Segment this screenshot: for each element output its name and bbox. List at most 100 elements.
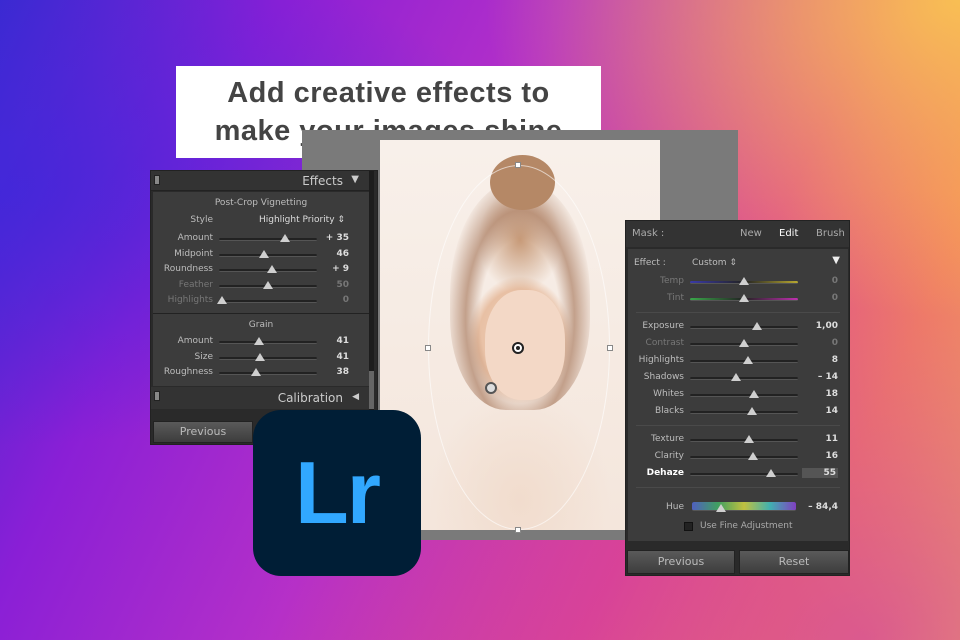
triangle-left-icon[interactable]: ◀ (352, 392, 359, 402)
slider-track[interactable] (690, 322, 798, 330)
slider-row: Tint 0 (628, 292, 848, 306)
mask-pin-selected[interactable] (512, 342, 524, 354)
slider-thumb[interactable] (739, 277, 749, 285)
slider-row: Roughness 38 (153, 366, 369, 380)
slider-row: Amount + 35 (153, 232, 369, 246)
slider-track[interactable] (690, 277, 798, 285)
slider-thumb[interactable] (744, 435, 755, 443)
vignetting-title: Post-Crop Vignetting (214, 198, 308, 208)
mask-panel: Mask : New Edit Brush Effect : Custom ⇕ … (625, 220, 850, 576)
slider-value: 1,00 (815, 321, 838, 331)
slider-track[interactable] (219, 265, 317, 273)
slider-track[interactable] (219, 337, 317, 345)
triangle-down-icon[interactable]: ▼ (351, 174, 359, 185)
divider (636, 425, 840, 426)
slider-thumb[interactable] (731, 373, 742, 381)
slider-row: Midpoint 46 (153, 248, 369, 262)
slider-track[interactable] (690, 407, 798, 415)
slider-label: Feather (178, 279, 213, 290)
effect-dropdown[interactable]: Custom ⇕ (692, 258, 737, 268)
slider-value: + 9 (332, 264, 349, 274)
reset-button[interactable]: Reset (739, 550, 849, 574)
hue-slider[interactable] (692, 502, 796, 512)
slider-thumb[interactable] (263, 280, 273, 289)
scrollbar[interactable] (369, 171, 374, 411)
mask-handle-right[interactable] (607, 345, 613, 351)
slider-value: 41 (336, 336, 349, 346)
slider-row: Shadows – 14 (628, 371, 848, 385)
slider-label: Roundness (163, 264, 213, 274)
slider-thumb[interactable] (739, 294, 749, 302)
slider-track[interactable] (219, 352, 317, 361)
slider-track[interactable] (690, 294, 798, 302)
slider-thumb[interactable] (251, 368, 262, 376)
mask-handle-bottom[interactable] (515, 527, 521, 533)
slider-thumb[interactable] (216, 296, 227, 304)
slider-row: Amount 41 (153, 335, 369, 349)
fine-adjustment-label: Use Fine Adjustment (700, 521, 793, 531)
slider-track[interactable] (690, 435, 798, 443)
slider-value: 46 (336, 248, 349, 259)
slider-track[interactable] (690, 452, 798, 460)
slider-thumb[interactable] (743, 356, 754, 364)
slider-thumb[interactable] (746, 407, 757, 415)
slider-row: Size 41 (153, 351, 369, 365)
effects-panel: Effects ▼ Post-Crop Vignetting Style Highl… (150, 170, 378, 445)
slider-value: 0 (831, 276, 838, 286)
slider-track[interactable] (690, 469, 798, 477)
slider-label: Texture (651, 434, 684, 444)
slider-value: 0 (831, 338, 838, 348)
slider-thumb[interactable] (266, 265, 277, 273)
lightroom-logo: Lr (253, 410, 421, 576)
triangle-down-icon[interactable]: ▼ (832, 255, 840, 266)
new-mask-button[interactable]: New (740, 228, 762, 239)
mask-pin[interactable] (485, 382, 497, 394)
slider-value: – 14 (817, 372, 838, 382)
slider-track[interactable] (690, 373, 798, 381)
hue-label: Hue (665, 502, 684, 512)
slider-row: Highlights 8 (628, 354, 848, 368)
style-dropdown[interactable]: Highlight Priority ⇕ (259, 215, 345, 225)
slider-track[interactable] (219, 368, 317, 376)
slider-label: Exposure (642, 321, 684, 331)
slider-thumb[interactable] (739, 339, 749, 347)
slider-thumb[interactable] (279, 234, 290, 242)
slider-track[interactable] (690, 339, 798, 347)
divider (153, 313, 369, 314)
slider-row: Blacks 14 (628, 405, 848, 419)
slider-label: Tint (667, 293, 684, 303)
mask-handle-left[interactable] (425, 345, 431, 351)
slider-value: 14 (825, 406, 838, 416)
slider-label: Amount (177, 233, 213, 243)
mask-handle-top[interactable] (515, 162, 521, 168)
slider-thumb[interactable] (254, 337, 265, 345)
slider-value: 11 (825, 434, 838, 444)
slider-track[interactable] (219, 280, 317, 289)
brush-button[interactable]: Brush (816, 228, 845, 239)
calibration-header[interactable]: Calibration ◀ (151, 387, 369, 409)
previous-button[interactable]: Previous (627, 550, 735, 574)
slider-thumb[interactable] (255, 352, 266, 361)
slider-track[interactable] (216, 296, 317, 304)
slider-row: Highlights 0 (153, 294, 369, 308)
slider-thumb[interactable] (747, 452, 758, 460)
slider-track[interactable] (219, 234, 317, 242)
slider-thumb[interactable] (259, 249, 270, 258)
slider-track[interactable] (690, 356, 798, 364)
slider-row: Temp 0 (628, 275, 848, 289)
slider-thumb[interactable] (751, 322, 762, 330)
slider-track[interactable] (690, 390, 798, 398)
fine-adjustment-checkbox[interactable] (684, 522, 693, 531)
panel-toggle-icon[interactable] (154, 175, 160, 185)
slider-label: Clarity (654, 451, 684, 461)
slider-thumb[interactable] (766, 469, 776, 477)
edit-mask-button[interactable]: Edit (779, 228, 798, 239)
effects-header[interactable]: Effects ▼ (151, 171, 369, 191)
slider-track[interactable] (219, 249, 317, 258)
slider-thumb[interactable] (716, 504, 727, 512)
slider-label: Dehaze (646, 468, 684, 478)
previous-button[interactable]: Previous (153, 421, 253, 443)
slider-row: Roundness + 9 (153, 263, 369, 277)
slider-thumb[interactable] (748, 390, 759, 398)
slider-label: Roughness (163, 367, 213, 377)
